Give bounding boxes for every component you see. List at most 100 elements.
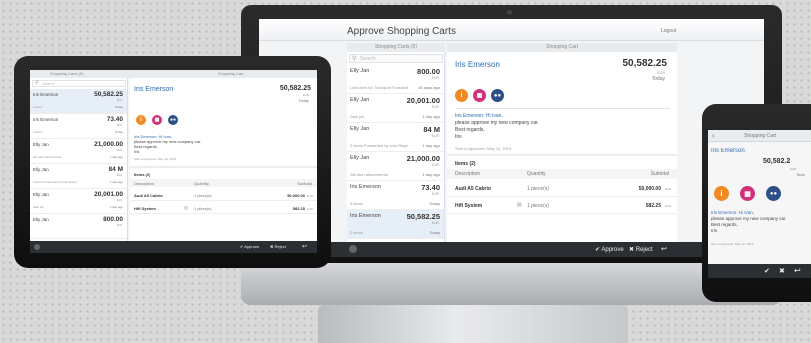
calendar-icon[interactable]: ▦ <box>740 186 755 201</box>
app-header: Approve Shopping Carts Logout <box>259 19 764 41</box>
list-item[interactable]: Iris Emerson 50,582.25 EUR 2 items Today <box>347 210 444 239</box>
list-item-note: Sale job <box>33 205 44 209</box>
list-item[interactable]: Elly Jan 21,000.00 EUR We alert attachme… <box>347 152 444 181</box>
reject-label: Reject <box>274 244 286 249</box>
people-icon[interactable]: ●● <box>491 89 504 102</box>
list-item-amount: 800.00 <box>103 216 123 223</box>
approve-button[interactable]: ✔ Approve <box>240 244 259 249</box>
col-description: Description <box>455 171 481 177</box>
list-item[interactable]: Iris Emerson 73.40 EUR 3 items Today <box>347 181 444 210</box>
message-line: please approve my new company car. <box>455 120 539 126</box>
list-item[interactable]: Elly Jan 84 M EUR 3 items Forwarded by I… <box>30 164 127 189</box>
row-quantity: 1 piece(s) <box>527 203 549 209</box>
approval-message: Iris Emerson: Hi Ivan, please approve my … <box>134 134 201 154</box>
forward-icon[interactable]: ↩ <box>661 245 667 253</box>
info-icon[interactable]: i <box>455 89 468 102</box>
checkmark-icon: ✔ <box>240 244 244 249</box>
list-item[interactable]: Elly Jan 84 M EUR 3 items Forwarded by I… <box>347 123 444 152</box>
monitor-chin <box>241 263 782 305</box>
info-icon[interactable]: i <box>136 115 146 125</box>
list-item-currency: EUR <box>116 198 122 202</box>
phone-app-screen: ‹ Shopping Cart Iris Emerson 50,582.2 EU… <box>708 130 811 278</box>
approve-button[interactable]: ✔ Approve <box>595 246 624 253</box>
people-icon[interactable]: ●● <box>168 115 178 125</box>
message-line: Iris <box>455 134 462 140</box>
search-placeholder: Search <box>360 56 376 62</box>
sent-meta: Sent to Approver: May 10, 2013 <box>134 157 177 161</box>
list-item-currency: EUR <box>116 223 122 227</box>
x-icon: ✖ <box>270 244 274 249</box>
col-quantity: Quantity <box>194 181 209 186</box>
calendar-icon[interactable]: ▦ <box>152 115 162 125</box>
tablet-device: Shopping Carts (6) Shopping Cart ⚲ Searc… <box>14 56 331 268</box>
phone-header: ‹ Shopping Cart <box>708 130 811 142</box>
approve-label: Approve <box>601 247 624 253</box>
list-item-time: Today <box>429 230 440 235</box>
row-quantity: 1 piece(s) <box>194 206 212 211</box>
list-header: Shopping Carts (6) <box>50 71 84 76</box>
approval-message: Iris Emerson: Hi Ivan, please approve my … <box>455 113 539 141</box>
settings-icon[interactable] <box>34 244 40 250</box>
list-item-note: 3 items <box>350 201 363 206</box>
list-item-name: Elly Jan <box>33 192 49 197</box>
list-item-name: Elly Jan <box>350 155 370 161</box>
attachment-icon: ▤ <box>184 205 188 210</box>
list-item-amount: 21,000.00 <box>94 141 123 148</box>
cart-total: 50,582.25 <box>622 58 668 69</box>
camera-dot <box>507 10 512 15</box>
list-item-note: 2 items <box>33 105 43 109</box>
requester-name: Iris Emerson <box>455 60 500 69</box>
calendar-icon[interactable]: ▦ <box>473 89 486 102</box>
list-item[interactable]: Iris Emerson 50,582.25 EUR 2 items Today <box>30 89 127 114</box>
list-item[interactable]: Elly Jan 800.00 EUR Limit item for Trans… <box>347 65 444 94</box>
list-item-name: Iris Emerson <box>350 213 381 219</box>
list-item[interactable]: Iris Emerson 73.40 EUR 3 items Today <box>30 114 127 139</box>
row-subtotal: 50,000.00 <box>287 193 305 198</box>
info-icon[interactable]: i <box>714 186 729 201</box>
col-quantity: Quantity <box>527 171 546 177</box>
row-currency: EUR <box>664 204 671 208</box>
search-input[interactable]: ⚲ Search <box>349 54 443 63</box>
table-row[interactable]: Hifi System ▤ 1 piece(s) 582.25 EUR <box>447 198 677 214</box>
table-row[interactable]: Audi A5 Cabrio 1 piece(s) 50,000.00 EUR <box>447 181 677 197</box>
col-description: Description <box>134 181 155 186</box>
cart-list-panel: Shopping Carts (6) ⚲ Search Elly Jan 800… <box>347 43 445 243</box>
list-item-note: 3 items Forwarded by Ivan Rispin <box>350 143 409 148</box>
back-icon[interactable]: ‹ <box>712 131 715 140</box>
x-icon: ✖ <box>629 247 635 253</box>
list-item-time: 1 day ago <box>109 205 123 209</box>
list-item-time: Today <box>114 130 123 134</box>
logout-link[interactable]: Logout <box>661 28 676 34</box>
forward-icon[interactable]: ↩ <box>794 266 801 275</box>
x-icon[interactable]: ✖ <box>779 267 785 275</box>
detail-header: Shopping Cart <box>218 71 244 76</box>
list-item-time: 16 days ago <box>418 85 440 90</box>
phone-title: Shopping Cart <box>744 133 776 139</box>
list-item-time: Today <box>429 201 440 206</box>
reject-button[interactable]: ✖ Reject <box>629 246 653 253</box>
reject-button[interactable]: ✖ Reject <box>270 244 286 249</box>
row-quantity: 1 piece(s) <box>194 193 212 198</box>
people-icon[interactable]: ●● <box>766 186 781 201</box>
forward-icon[interactable]: ↩ <box>302 243 307 250</box>
row-subtotal: 582.25 <box>645 203 661 209</box>
list-item-note: 2 items <box>350 230 363 235</box>
list-item-name: Elly Jan <box>350 68 370 74</box>
message-line: Best regards, <box>455 127 485 133</box>
list-item-name: Iris Emerson <box>33 92 59 97</box>
table-row[interactable]: Hifi System ▤ 1 piece(s) 582.25 EUR <box>130 202 317 214</box>
list-item[interactable]: Elly Jan 20,001.00 EUR Sale job 1 day ag… <box>347 94 444 123</box>
list-item-name: Elly Jan <box>33 217 49 222</box>
search-input[interactable]: ⚲ Search <box>32 80 126 87</box>
list-item-time: 1 day ago <box>109 180 123 184</box>
list-item[interactable]: Elly Jan 21,000.00 EUR We alert attachme… <box>30 139 127 164</box>
cart-currency: EUR <box>790 167 797 171</box>
table-row[interactable]: Audi A5 Cabrio 1 piece(s) 50,000.00 EUR <box>130 189 317 201</box>
list-item[interactable]: Elly Jan 800.00 EUR <box>30 214 127 239</box>
divider <box>455 108 670 109</box>
checkmark-icon[interactable]: ✔ <box>764 267 770 275</box>
list-item[interactable]: Elly Jan 20,001.00 EUR Sale job 1 day ag… <box>30 189 127 214</box>
bottom-toolbar: ✔ Approve ✖ Reject ↩ <box>30 241 317 253</box>
items-title: Items (2) <box>134 172 151 177</box>
settings-icon[interactable] <box>349 245 357 253</box>
